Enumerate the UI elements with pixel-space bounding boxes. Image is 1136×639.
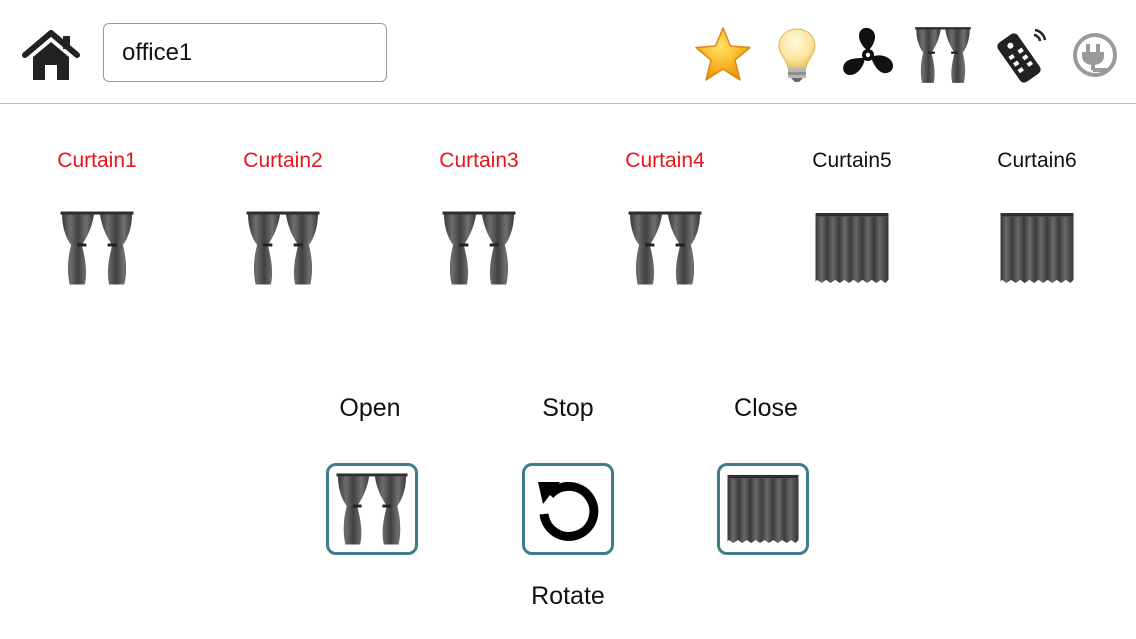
curtain-item-4[interactable]: Curtain4 (590, 145, 740, 295)
curtain-label: Curtain2 (243, 149, 323, 172)
top-bar (0, 0, 1136, 104)
curtain-label: Curtain1 (57, 149, 137, 172)
remote-icon[interactable] (990, 26, 1048, 84)
curtain-open-icon (245, 210, 321, 286)
curtain-open-icon (627, 210, 703, 286)
curtain-open-icon (441, 210, 517, 286)
curtain-closed-icon (999, 210, 1075, 286)
star-icon[interactable] (694, 26, 752, 84)
curtain-open-icon (59, 210, 135, 286)
rotate-label: Rotate (531, 582, 605, 610)
curtain-item-2[interactable]: Curtain2 (208, 145, 358, 295)
curtain-item-5[interactable]: Curtain5 (777, 145, 927, 295)
rotate-icon (538, 481, 599, 541)
curtain-closed-icon (726, 470, 800, 548)
curtain-item-1[interactable]: Curtain1 (22, 145, 172, 295)
curtain-item-6[interactable]: Curtain6 (962, 145, 1112, 295)
open-label: Open (339, 394, 401, 422)
curtain-label: Curtain3 (439, 149, 519, 172)
curtain-label: Curtain5 (812, 149, 892, 172)
home-icon[interactable] (22, 30, 80, 82)
room-name-input[interactable] (103, 23, 387, 82)
stop-button[interactable] (522, 463, 614, 555)
power-plug-icon[interactable] (1066, 26, 1124, 84)
curtain-label: Curtain4 (625, 149, 705, 172)
stop-label: Stop (542, 394, 594, 422)
lightbulb-icon[interactable] (768, 26, 826, 84)
fan-icon[interactable] (839, 26, 897, 84)
curtain-closed-icon (814, 210, 890, 286)
curtain-icon[interactable] (914, 26, 972, 84)
close-label: Close (734, 394, 798, 422)
curtain-label: Curtain6 (997, 149, 1077, 172)
open-button[interactable] (326, 463, 418, 555)
curtain-item-3[interactable]: Curtain3 (404, 145, 554, 295)
close-button[interactable] (717, 463, 809, 555)
curtain-open-icon (335, 470, 409, 548)
